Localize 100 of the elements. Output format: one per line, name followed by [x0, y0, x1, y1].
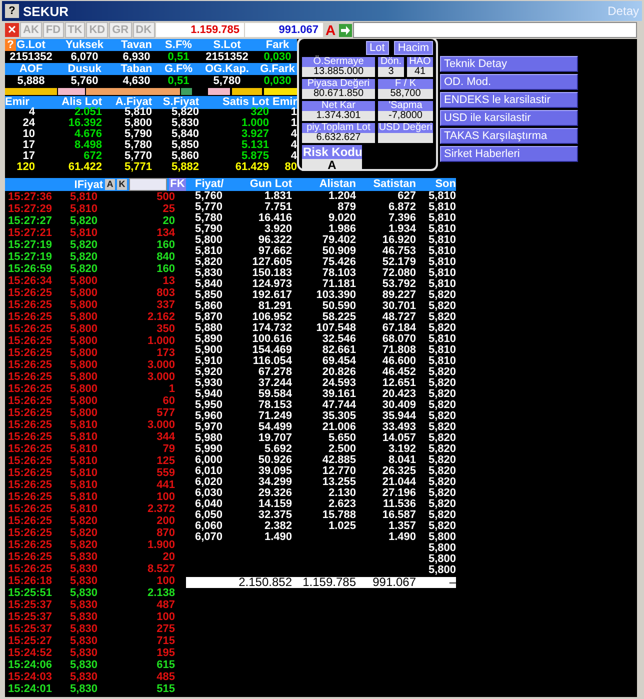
table-cell-text: 4.676 — [73, 129, 102, 140]
trade-price: 5,810 — [70, 443, 99, 455]
trade-price: 5,800 — [70, 371, 99, 383]
table-cell-text: 34.299 — [257, 477, 292, 488]
trade-price: 5,810 — [70, 491, 99, 503]
table-cell-text: 5,810 — [427, 279, 456, 290]
trade-time: 15:26:18 — [8, 575, 54, 587]
toolbar-tab[interactable]: FD — [42, 22, 64, 38]
trade-price: 5,810 — [70, 227, 99, 239]
window-title: SEKUR — [23, 4, 69, 18]
table-cell-text: 46.600 — [381, 356, 416, 367]
trade-price: 5,830 — [70, 635, 99, 647]
column-header: Dusuk — [57, 63, 112, 75]
table-cell-text: 8.041 — [387, 455, 416, 466]
column-header: Taban — [112, 63, 161, 75]
table-cell-text: 2.500 — [327, 444, 356, 455]
table-cell-text: 46.753 — [381, 246, 416, 257]
trade-lot: 3.000 — [146, 371, 175, 383]
menu-item[interactable]: Teknik Detay — [440, 56, 578, 72]
input-field[interactable] — [352, 22, 637, 38]
table-cell-text: 5,850 — [194, 290, 224, 301]
total-cell-text: – — [448, 577, 456, 588]
info-value: 13.885.000 — [302, 67, 375, 77]
panel-button[interactable]: Hacim — [394, 41, 433, 55]
info-label: piy.Toplam Lot — [302, 123, 375, 133]
table-cell-text: 71.249 — [257, 411, 292, 422]
table-cell-text: 82.661 — [321, 345, 356, 356]
trade-time: 15:26:25 — [8, 323, 54, 335]
trade-lot: 13 — [162, 275, 175, 287]
info-label: F / K — [378, 79, 433, 89]
trade-price: 5,820 — [70, 515, 99, 527]
table-cell-text: 5,930 — [194, 378, 224, 389]
table-cell-text: 5,810 — [427, 345, 456, 356]
table-cell-text: 75.426 — [321, 257, 356, 268]
column-header: IFiyat — [74, 178, 103, 190]
table-cell-text: 1.000 — [240, 118, 269, 129]
table-cell-text: 1.986 — [327, 224, 356, 235]
toolbar-tab[interactable]: AK — [20, 22, 42, 38]
mode-button[interactable]: A — [324, 23, 338, 37]
table-cell-text: 5.875 — [240, 151, 269, 162]
trade-time: 15:26:25 — [8, 467, 54, 479]
table-cell-text: 50.909 — [321, 246, 356, 257]
toolbar-tab[interactable]: GR — [109, 22, 132, 38]
toolbar-tab[interactable]: DK — [132, 22, 155, 38]
trade-time: 15:26:25 — [8, 515, 54, 527]
table-cell-text: 1.490 — [263, 532, 292, 543]
menu-item[interactable]: OD. Mod. — [440, 74, 578, 90]
table-cell-text: 5,790 — [194, 224, 224, 235]
trade-time: 15:26:25 — [8, 299, 54, 311]
trade-price: 5,800 — [70, 299, 99, 311]
trade-lot: 803 — [156, 287, 175, 299]
table-cell-text: 6,010 — [194, 466, 224, 477]
trade-time: 15:26:25 — [8, 479, 54, 491]
toolbar-tab[interactable]: KD — [86, 22, 108, 38]
menu-item[interactable]: USD ile karsilastir — [440, 110, 578, 126]
menu-item[interactable]: ENDEKS le karsilastir — [440, 92, 578, 108]
table-cell-text: 5,800 — [194, 235, 224, 246]
trade-time: 15:27:19 — [8, 239, 54, 251]
risk-label: Risk Kodu — [302, 145, 362, 159]
trade-time: 15:26:25 — [8, 383, 54, 395]
trade-lot: 100 — [156, 491, 175, 503]
table-cell-text: 12.770 — [321, 466, 356, 477]
filter-field[interactable] — [129, 178, 167, 191]
table-cell-text: 5,820 — [427, 290, 456, 301]
table-cell-text: 2.130 — [327, 488, 356, 499]
table-cell-text: 6,000 — [194, 455, 224, 466]
table-cell-text: 5,800 — [427, 565, 456, 576]
filter-button[interactable]: FK — [169, 178, 186, 191]
trade-time: 15:26:25 — [8, 539, 54, 551]
table-cell-text: 5,820 — [427, 488, 456, 499]
table-cell-text: 5,850 — [170, 140, 199, 151]
table-cell-text: 5,920 — [194, 367, 224, 378]
sort-button[interactable]: K — [117, 179, 127, 190]
info-value: 58,700 — [378, 89, 433, 99]
trade-price: 5,810 — [70, 431, 99, 443]
table-cell-text: 17 — [22, 140, 35, 151]
panel-button[interactable]: Lot — [366, 41, 389, 55]
table-cell-text: 47.744 — [321, 400, 356, 411]
table-cell-text: 1.934 — [387, 224, 416, 235]
trade-lot: 60 — [162, 395, 175, 407]
table-cell-text: 67.278 — [257, 367, 292, 378]
table-cell-text: 5,910 — [194, 356, 224, 367]
table-cell-text: 1 — [290, 118, 297, 129]
table-cell-text: 5,810 — [427, 356, 456, 367]
arrow-right-icon[interactable] — [338, 24, 352, 36]
menu-item[interactable]: Sirket Haberleri — [440, 146, 578, 162]
help-icon[interactable]: ? — [5, 4, 19, 18]
sort-button[interactable]: A — [105, 179, 115, 190]
help-icon[interactable]: ? — [5, 39, 16, 51]
table-cell-text: 5,820 — [427, 312, 456, 323]
table-cell-text: 5,860 — [194, 301, 224, 312]
trade-price: 5,810 — [70, 503, 99, 515]
toolbar-tab[interactable]: TK — [64, 22, 86, 38]
table-cell-text: 5,810 — [427, 235, 456, 246]
close-icon[interactable]: × — [5, 23, 19, 37]
table-cell-text: 5,830 — [170, 118, 199, 129]
table-cell-text: 5,780 — [123, 140, 152, 151]
column-header: Fiyat/ — [194, 178, 225, 191]
table-cell-text: 154.469 — [251, 345, 292, 356]
menu-item[interactable]: TAKAS Karşılaştırma — [440, 128, 578, 144]
